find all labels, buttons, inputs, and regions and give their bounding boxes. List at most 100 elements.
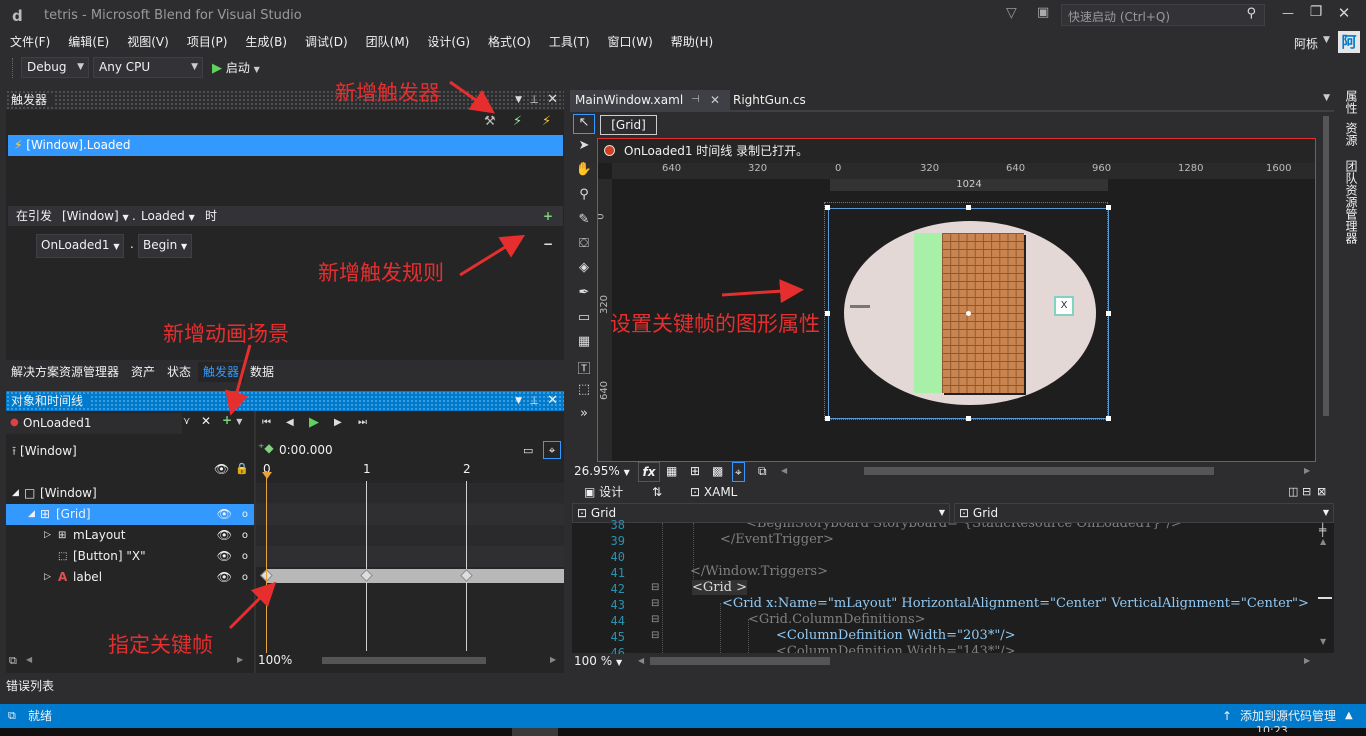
xaml-hscroll-left-icon[interactable]: ◀	[638, 653, 644, 669]
last-frame-icon[interactable]: ⏭	[358, 417, 367, 428]
remove-action-icon[interactable]: −	[543, 234, 553, 254]
error-list-tab[interactable]: 错误列表	[6, 678, 54, 694]
paint-bucket-icon[interactable]: ⛋	[574, 236, 594, 251]
event-dropdown[interactable]: Loaded ▼	[141, 206, 195, 228]
source-dropdown[interactable]: [Window] ▼	[62, 206, 129, 228]
eraser-icon[interactable]: ◈	[574, 260, 594, 275]
rectangle-icon[interactable]: ▭	[574, 310, 594, 325]
scroll-down-icon[interactable]: ▼	[1320, 637, 1326, 646]
designer-vscroll[interactable]	[1320, 112, 1332, 462]
tab-design[interactable]: ▣ 设计	[584, 482, 623, 502]
snap-icon[interactable]: ▭	[523, 444, 533, 457]
platform-combo[interactable]: Any CPU ▼	[93, 57, 203, 78]
xaml-vscroll[interactable]: ╪ ▲ ▼	[1318, 523, 1332, 653]
tree-item-button[interactable]: ⬚ [Button] "X" 👁 o	[6, 546, 254, 567]
storyboard-dropdown[interactable]: OnLoaded1 ▼	[36, 234, 125, 258]
close-icon[interactable]: ✕	[547, 90, 558, 110]
horizontal-split-icon[interactable]: ⊟	[1302, 482, 1311, 502]
xaml-hscroll-thumb[interactable]	[650, 657, 830, 665]
left-navigation-combo[interactable]: ⊡ Grid ▼	[572, 503, 950, 523]
selection-handle[interactable]	[966, 311, 971, 316]
more-tools-icon[interactable]: »	[574, 406, 594, 421]
vertical-split-icon[interactable]: ◫	[1288, 482, 1298, 502]
source-control-button[interactable]: 添加到源代码管理	[1240, 704, 1336, 728]
user-name[interactable]: 阿栎	[1294, 35, 1318, 52]
zoom-fit-icon[interactable]: ⌖	[543, 441, 561, 459]
outline-toggle-icon[interactable]: ⊟	[651, 614, 659, 625]
tab-triggers[interactable]: 触发器	[198, 362, 245, 382]
remove-trigger-icon[interactable]: ⚡	[542, 114, 551, 129]
visibility-icon[interactable]: 👁	[217, 525, 232, 546]
close-window-button[interactable]: ✕	[1334, 4, 1354, 22]
tree-item-grid[interactable]: ◢ ⊞ [Grid] 👁 o	[6, 504, 254, 525]
playhead[interactable]	[266, 471, 267, 653]
show-details-icon[interactable]: ⧉	[9, 654, 17, 668]
expand-storyboard-icon[interactable]: ⋎	[183, 416, 190, 427]
start-button[interactable]: ▶ 启动 ▼	[212, 59, 260, 79]
fx-button[interactable]: fx	[638, 462, 660, 482]
hscroll-right-icon[interactable]: ▶	[1304, 462, 1310, 480]
config-combo[interactable]: Debug ▼	[21, 57, 89, 78]
timeline-tracks[interactable]	[256, 481, 564, 651]
selection-handle[interactable]	[966, 205, 971, 210]
taskbar-active-item[interactable]	[512, 728, 558, 736]
play-icon[interactable]: ▶	[309, 415, 319, 430]
lock-toggle-icon[interactable]: o	[242, 504, 248, 525]
timeline-zoom[interactable]: 100%	[258, 653, 292, 667]
menu-window[interactable]: 窗口(W)	[599, 32, 662, 52]
source-control-arrow-icon[interactable]: ▲	[1345, 704, 1353, 728]
selection-handle[interactable]	[825, 416, 830, 421]
eyedropper-icon[interactable]: ✎	[574, 212, 594, 227]
visibility-icon[interactable]: 👁	[217, 567, 232, 588]
tree-item-window[interactable]: ◢ □ [Window]	[6, 483, 254, 504]
tab-states[interactable]: 状态	[162, 362, 196, 382]
tree-item-mlayout[interactable]: ▷ ⊞ mLayout 👁 o	[6, 525, 254, 546]
taskbar-clock[interactable]: 10:23	[1256, 724, 1288, 732]
add-storyboard-icon[interactable]: + ▼	[222, 413, 242, 427]
show-grid-icon[interactable]: ⊞	[690, 462, 700, 480]
selection-handle[interactable]	[825, 311, 830, 316]
playhead-handle[interactable]	[262, 472, 272, 479]
menu-view[interactable]: 视图(V)	[118, 32, 178, 52]
prev-frame-icon[interactable]: ◀	[286, 417, 294, 428]
tree-scroll-left-icon[interactable]: ◀	[26, 655, 32, 664]
menu-tools[interactable]: 工具(T)	[540, 32, 599, 52]
storyboard-selector[interactable]: ● OnLoaded1	[6, 413, 182, 434]
zoom-combo[interactable]: 26.95% ▼	[574, 462, 630, 482]
recording-icon[interactable]	[604, 145, 615, 156]
menu-build[interactable]: 生成(B)	[236, 32, 296, 52]
xaml-hscroll-right-icon[interactable]: ▶	[1304, 653, 1310, 669]
tree-scroll-right-icon[interactable]: ▶	[237, 655, 243, 664]
panel-menu-arrow-icon[interactable]: ▼	[515, 391, 522, 411]
add-event-trigger-icon[interactable]: ⚡	[513, 114, 522, 129]
menu-debug[interactable]: 调试(D)	[296, 32, 357, 52]
lock-toggle-icon[interactable]: o	[242, 525, 248, 546]
action-dropdown[interactable]: Begin ▼	[138, 234, 193, 258]
visibility-icon[interactable]: 👁	[217, 546, 232, 567]
menu-file[interactable]: 文件(F)	[1, 32, 59, 52]
breadcrumb[interactable]: [Grid]	[600, 115, 657, 135]
menu-edit[interactable]: 编辑(E)	[59, 32, 118, 52]
visibility-icon[interactable]: 👁	[217, 504, 232, 525]
timeline-scroll-right-icon[interactable]: ▶	[550, 655, 556, 664]
xaml-zoom-combo[interactable]: 100 % ▼	[574, 653, 622, 671]
artboard[interactable]: OnLoaded1 时间线 录制已打开。 640 320 0 320 640 9…	[597, 138, 1316, 462]
selection-handle[interactable]	[966, 416, 971, 421]
trigger-item[interactable]: ⚡ [Window].Loaded	[8, 135, 563, 156]
game-board[interactable]	[942, 233, 1024, 393]
tab-team-explorer[interactable]: 团队资源管理器	[1343, 160, 1359, 244]
selection-handle[interactable]	[1106, 205, 1111, 210]
tab-xaml[interactable]: ⊡ XAML	[690, 482, 737, 502]
outline-toggle-icon[interactable]: ⊟	[651, 582, 659, 593]
record-keyframe-icon[interactable]: ⁺◆	[258, 441, 274, 455]
user-menu-arrow-icon[interactable]: ▼	[1323, 35, 1330, 45]
pan-icon[interactable]: ✋	[574, 162, 594, 177]
visibility-all-icon[interactable]: 👁	[214, 462, 229, 476]
tab-data[interactable]: 数据	[245, 362, 279, 382]
tab-mainwindow-xaml[interactable]: MainWindow.xaml ⊣ ✕	[570, 90, 730, 110]
selection-tool-icon[interactable]: ↖	[573, 114, 595, 134]
collapse-pane-icon[interactable]: ⊠	[1317, 482, 1326, 502]
text-tool-icon[interactable]: 🅃	[574, 358, 594, 377]
tab-resources[interactable]: 资源	[1343, 122, 1359, 146]
close-icon[interactable]: ✕	[710, 90, 720, 110]
